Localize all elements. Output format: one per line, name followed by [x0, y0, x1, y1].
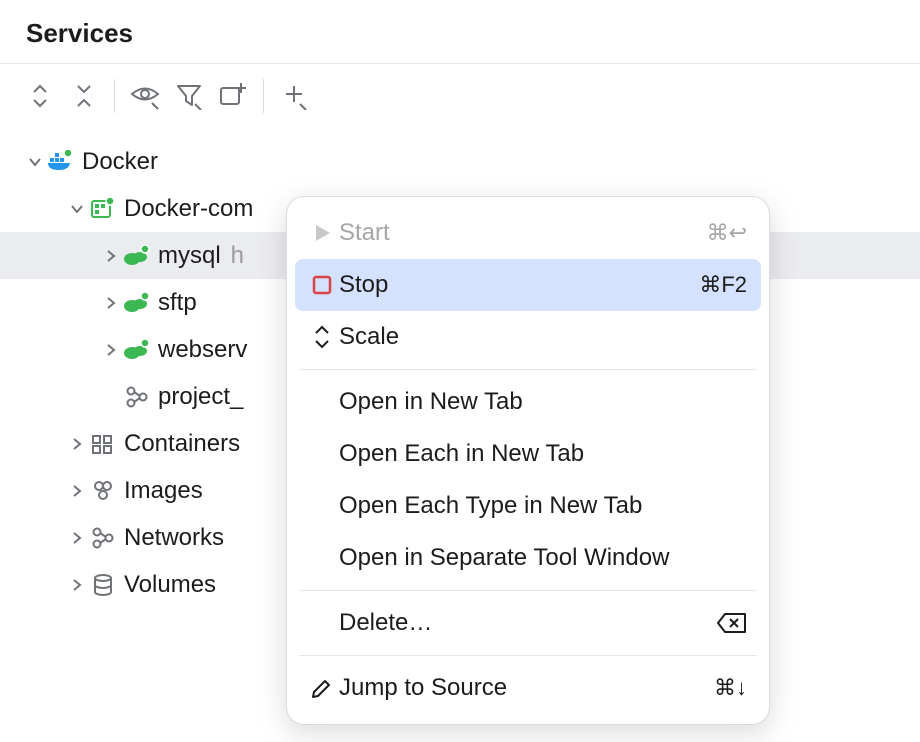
- menu-item-delete[interactable]: Delete…: [295, 597, 761, 649]
- tree-label: Docker-com: [124, 195, 253, 223]
- menu-label: Stop: [339, 271, 699, 299]
- chevron-right-icon: [66, 436, 88, 452]
- open-new-window-button[interactable]: [211, 74, 255, 118]
- network-icon: [122, 386, 152, 408]
- menu-separator: [299, 655, 757, 656]
- menu-item-stop[interactable]: Stop ⌘F2: [295, 259, 761, 311]
- menu-item-open-each-type-new-tab[interactable]: Open Each Type in New Tab: [295, 480, 761, 532]
- filter-button[interactable]: [167, 74, 211, 118]
- tree-label: webserv: [158, 336, 247, 364]
- panel-title: Services: [0, 0, 920, 63]
- chevron-up-down-expand-icon: [31, 83, 49, 109]
- chevron-right-icon: [66, 483, 88, 499]
- menu-label: Jump to Source: [339, 674, 714, 702]
- tree-hint: h: [231, 242, 244, 270]
- chevron-down-icon: [24, 154, 46, 170]
- containers-icon: [88, 433, 118, 455]
- menu-item-open-new-tab[interactable]: Open in New Tab: [295, 376, 761, 428]
- play-icon: [305, 223, 339, 243]
- separator: [114, 79, 115, 113]
- tree-label: Volumes: [124, 571, 216, 599]
- menu-label: Open in Separate Tool Window: [339, 544, 747, 572]
- stop-icon: [305, 275, 339, 295]
- scale-icon: [305, 325, 339, 349]
- compose-icon: [88, 197, 118, 221]
- menu-label: Open Each in New Tab: [339, 440, 747, 468]
- tree-label: Containers: [124, 430, 240, 458]
- menu-shortcut: ⌘↩: [707, 220, 747, 246]
- chevron-down-icon: [66, 201, 88, 217]
- service-running-icon: [122, 292, 152, 314]
- window-plus-icon: [218, 81, 248, 111]
- menu-label: Scale: [339, 323, 747, 351]
- separator: [263, 79, 264, 113]
- menu-shortcut: ⌘↓: [714, 675, 747, 701]
- tree-label: project_: [158, 383, 243, 411]
- eye-icon: [130, 81, 160, 111]
- images-icon: [88, 480, 118, 502]
- tree-label: sftp: [158, 289, 197, 317]
- chevron-right-icon: [66, 577, 88, 593]
- network-icon: [88, 527, 118, 549]
- tree-label: Images: [124, 477, 203, 505]
- collapse-toggle-button[interactable]: [62, 74, 106, 118]
- backspace-icon: [717, 612, 747, 634]
- service-running-icon: [122, 245, 152, 267]
- chevron-right-icon: [100, 248, 122, 264]
- tree-label: mysql: [158, 242, 221, 270]
- menu-item-scale[interactable]: Scale: [295, 311, 761, 363]
- funnel-icon: [175, 82, 203, 110]
- tree-label: Networks: [124, 524, 224, 552]
- chevron-up-down-collapse-icon: [75, 83, 93, 109]
- tree-node-docker[interactable]: Docker: [0, 138, 920, 185]
- menu-item-open-each-new-tab[interactable]: Open Each in New Tab: [295, 428, 761, 480]
- menu-separator: [299, 590, 757, 591]
- menu-label: Open Each Type in New Tab: [339, 492, 747, 520]
- menu-shortcut: ⌘F2: [699, 272, 747, 298]
- add-button[interactable]: [272, 74, 316, 118]
- docker-whale-icon: [46, 150, 76, 174]
- context-menu: Start ⌘↩ Stop ⌘F2 Scale Open in New Tab …: [286, 196, 770, 725]
- chevron-right-icon: [100, 295, 122, 311]
- plus-icon: [280, 82, 308, 110]
- menu-item-open-separate-window[interactable]: Open in Separate Tool Window: [295, 532, 761, 584]
- service-running-icon: [122, 339, 152, 361]
- toolbar: [0, 64, 920, 128]
- chevron-right-icon: [66, 530, 88, 546]
- expand-toggle-button[interactable]: [18, 74, 62, 118]
- menu-separator: [299, 369, 757, 370]
- menu-item-start: Start ⌘↩: [295, 207, 761, 259]
- menu-label: Open in New Tab: [339, 388, 747, 416]
- volumes-icon: [88, 573, 118, 597]
- chevron-right-icon: [100, 342, 122, 358]
- menu-label: Delete…: [339, 609, 717, 637]
- pencil-icon: [305, 677, 339, 699]
- menu-label: Start: [339, 219, 707, 247]
- tree-label: Docker: [82, 148, 158, 176]
- preview-button[interactable]: [123, 74, 167, 118]
- menu-item-jump-to-source[interactable]: Jump to Source ⌘↓: [295, 662, 761, 714]
